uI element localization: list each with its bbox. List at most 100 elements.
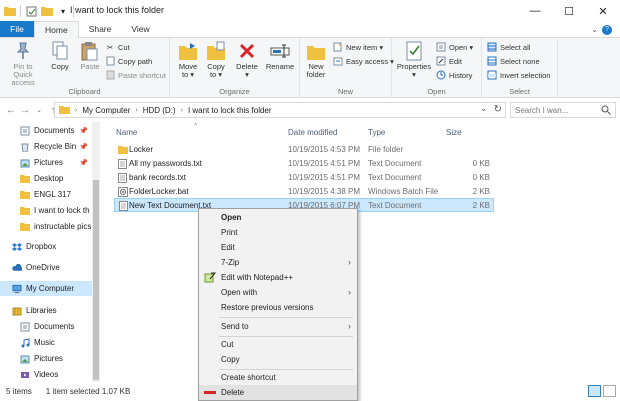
nav-item-libraries[interactable]: Libraries [0, 303, 92, 318]
text-file-icon [118, 173, 127, 183]
file-size: 0 KB [472, 159, 490, 168]
nav-item-dropbox[interactable]: Dropbox [0, 239, 92, 254]
window-title: I want to lock this folder [70, 5, 165, 15]
open-group: Properties ▾ Open ▾ Edit History Open [392, 38, 482, 98]
navigation-scrollbar[interactable] [92, 122, 100, 382]
menu-item-open[interactable]: Open [199, 210, 357, 225]
breadcrumb-current-folder[interactable]: I want to lock this folder [188, 106, 272, 115]
copy-path-button[interactable]: Copy path [105, 56, 152, 66]
menu-item-create-shortcut[interactable]: Create shortcut [199, 370, 357, 385]
open-button[interactable]: Open ▾ [436, 42, 473, 52]
tab-file[interactable]: File [0, 21, 34, 37]
folder-icon[interactable] [4, 6, 16, 17]
new-folder-icon[interactable] [41, 6, 53, 17]
nav-item-library-documents[interactable]: Documents [0, 319, 92, 334]
delete-button[interactable]: Delete ▾ [233, 41, 261, 79]
invert-selection-button[interactable]: Invert selection [487, 70, 550, 80]
menu-item-cut[interactable]: Cut [199, 337, 357, 352]
select-none-button[interactable]: Select none [487, 56, 540, 66]
nav-item-videos[interactable]: Videos [0, 367, 92, 382]
rename-button[interactable]: Rename [264, 41, 296, 71]
chevron-down-icon[interactable]: ⌄ [591, 25, 598, 34]
breadcrumb-my-computer[interactable]: My Computer [82, 106, 130, 115]
file-row[interactable]: bank records.txt 10/19/2015 4:51 PM Text… [114, 171, 494, 185]
menu-item-open-with[interactable]: Open with › [199, 285, 357, 300]
menu-item-delete[interactable]: Delete [199, 385, 357, 400]
refresh-icon[interactable]: ↻ [494, 104, 502, 115]
qat-dropdown-icon[interactable]: ▾ [57, 6, 69, 17]
menu-item-edit[interactable]: Edit [199, 240, 357, 255]
folder-icon [20, 190, 30, 200]
address-bar[interactable]: › My Computer › HDD (D:) › I want to loc… [54, 102, 506, 118]
easy-access-button[interactable]: Easy access ▾ [333, 56, 394, 66]
nav-item-engl-317[interactable]: ENGL 317 [0, 187, 92, 202]
recent-chevron-icon[interactable]: ⌄ [32, 103, 46, 117]
column-header-name[interactable]: Name [116, 124, 137, 140]
file-name: All my passwords.txt [129, 159, 202, 168]
copy-to-button[interactable]: Copy to ▾ [203, 41, 229, 79]
nav-item-library-pictures[interactable]: Pictures [0, 351, 92, 366]
address-dropdown-icon[interactable]: ⌄ [480, 104, 487, 113]
title-bar: ▾ I want to lock this folder — ☐ ✕ [0, 0, 620, 22]
open-group-label: Open [427, 87, 446, 96]
folder-icon [20, 222, 30, 232]
edit-button[interactable]: Edit [436, 56, 462, 66]
column-header-type[interactable]: Type [368, 124, 385, 140]
select-none-icon [487, 56, 497, 66]
select-all-button[interactable]: Select all [487, 42, 530, 52]
copy-button[interactable]: Copy [46, 41, 74, 71]
select-group-label: Select [509, 87, 530, 96]
menu-item-7zip[interactable]: 7-Zip › [199, 255, 357, 270]
menu-item-send-to[interactable]: Send to › [199, 319, 357, 334]
file-name: bank records.txt [129, 173, 186, 182]
tab-home[interactable]: Home [34, 21, 79, 38]
invert-selection-icon [487, 70, 497, 80]
menu-item-restore-previous-versions[interactable]: Restore previous versions [199, 300, 357, 315]
breadcrumb-hdd[interactable]: HDD (D:) [143, 106, 176, 115]
column-header-date[interactable]: Date modified [288, 124, 337, 140]
properties-icon[interactable] [25, 6, 37, 17]
new-item-button[interactable]: New item ▾ [333, 42, 383, 52]
folder-icon [59, 105, 70, 116]
paste-shortcut-button[interactable]: Paste shortcut [105, 70, 166, 80]
submenu-arrow-icon: › [348, 257, 351, 267]
pin-quick-access-button[interactable]: Pin to Quick access [3, 41, 43, 87]
move-to-button[interactable]: Move to ▾ [175, 41, 201, 79]
nav-item-pictures[interactable]: Pictures 📌 [0, 155, 92, 170]
properties-button[interactable]: Properties ▾ [394, 41, 434, 79]
close-button[interactable]: ✕ [586, 0, 620, 22]
column-header-size[interactable]: Size [446, 124, 462, 140]
file-row[interactable]: FolderLocker.bat 10/19/2015 4:38 PM Wind… [114, 185, 494, 199]
search-input[interactable]: Search I wan... [510, 102, 616, 118]
new-folder-button[interactable]: New folder [303, 41, 329, 79]
details-view-icon[interactable] [588, 385, 601, 397]
file-size: 2 KB [472, 187, 490, 196]
sort-indicator: ^ [194, 122, 198, 130]
history-button[interactable]: History [436, 70, 472, 80]
maximize-button[interactable]: ☐ [552, 0, 586, 22]
paste-button[interactable]: Paste [76, 41, 104, 71]
move-to-icon [178, 41, 198, 61]
tab-share[interactable]: Share [79, 21, 122, 37]
nav-item-music[interactable]: Music [0, 335, 92, 350]
tab-view[interactable]: View [121, 21, 159, 37]
nav-item-desktop[interactable]: Desktop [0, 171, 92, 186]
menu-item-copy[interactable]: Copy [199, 352, 357, 367]
help-icon[interactable]: ? [602, 25, 612, 35]
file-row[interactable]: All my passwords.txt 10/19/2015 4:51 PM … [114, 157, 494, 171]
nav-item-i-want-to-lock[interactable]: I want to lock th [0, 203, 92, 218]
nav-item-recycle-bin[interactable]: Recycle Bin 📌 [0, 139, 92, 154]
nav-item-my-computer[interactable]: My Computer [0, 281, 92, 296]
nav-item-instructable-pics[interactable]: instructable pics [0, 219, 92, 234]
scrollbar-thumb[interactable] [93, 180, 99, 380]
nav-item-documents[interactable]: Documents 📌 [0, 123, 92, 138]
file-row[interactable]: Locker 10/19/2015 4:53 PM File folder [114, 143, 494, 157]
menu-item-print[interactable]: Print [199, 225, 357, 240]
cut-button[interactable]: ✂ Cut [105, 42, 130, 52]
menu-item-edit-notepadpp[interactable]: Edit with Notepad++ [199, 270, 357, 285]
large-icons-view-icon[interactable] [603, 385, 616, 397]
back-arrow-icon[interactable]: ← [4, 103, 18, 117]
nav-item-onedrive[interactable]: OneDrive [0, 260, 92, 275]
minimize-button[interactable]: — [518, 0, 552, 22]
forward-arrow-icon[interactable]: → [18, 103, 32, 117]
